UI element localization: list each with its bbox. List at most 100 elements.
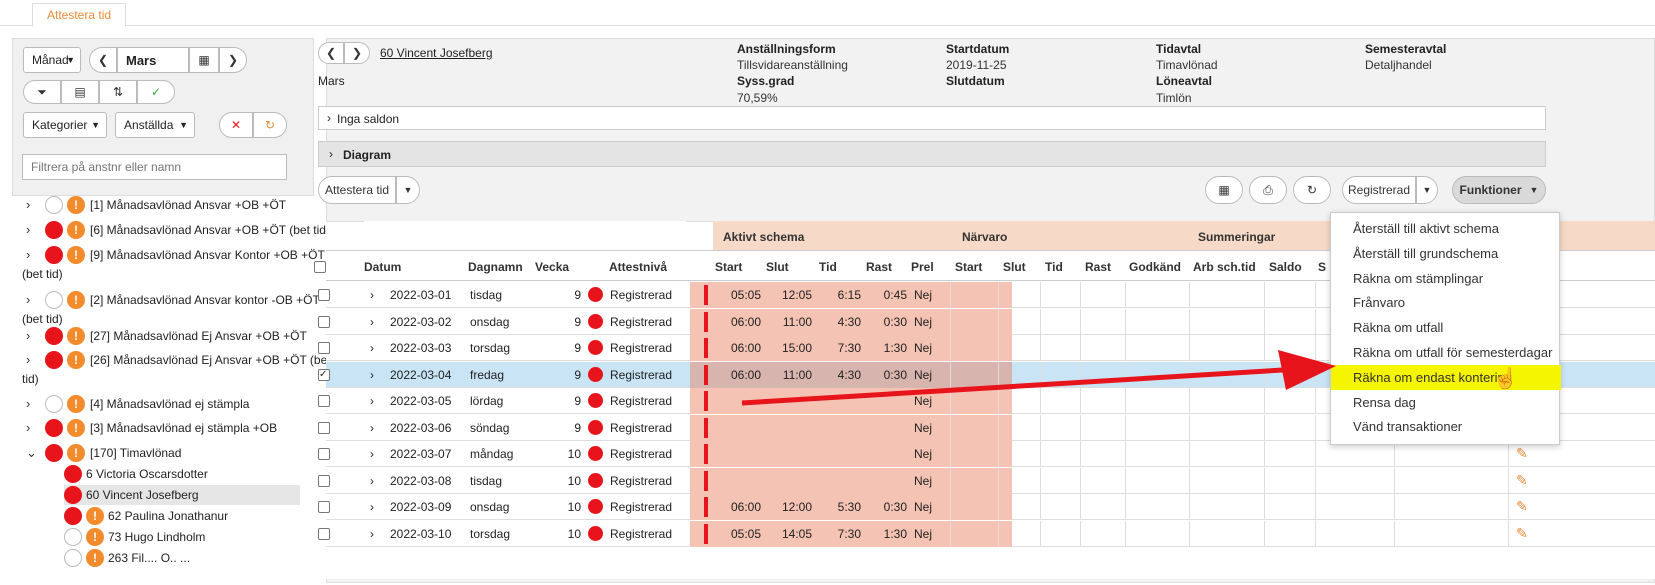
chevron-right-icon[interactable]: › <box>26 291 30 308</box>
column-rast[interactable]: Rast <box>866 260 892 274</box>
menu-item[interactable]: Räkna om endast kontering <box>1331 364 1561 390</box>
group-narvaro: Närvaro <box>962 230 1008 244</box>
chevron-right-icon[interactable]: › <box>26 196 30 213</box>
column-slut[interactable]: Slut <box>766 260 789 274</box>
table-view-button[interactable]: ▤ <box>61 80 99 104</box>
row-checkbox[interactable] <box>318 289 330 301</box>
clear-filter-button[interactable]: ✕ <box>219 112 253 138</box>
diagram-panel[interactable]: › Diagram <box>318 141 1546 167</box>
chevron-right-icon[interactable]: › <box>26 327 30 344</box>
employees-select[interactable]: Anställda ▼ <box>115 112 195 138</box>
filter-button[interactable]: ⏷ <box>23 80 61 104</box>
column-s[interactable]: S <box>1318 260 1326 274</box>
row-checkbox[interactable] <box>318 315 330 328</box>
tree-employee[interactable]: 60 Vincent Josefberg <box>64 485 300 505</box>
functions-button[interactable]: Funktioner ▼ <box>1452 176 1546 204</box>
expand-row-icon[interactable]: › <box>370 335 374 361</box>
column-start[interactable]: Start <box>715 260 742 274</box>
column-nslut[interactable]: Slut <box>1003 260 1026 274</box>
period-select[interactable]: Månad ▼ <box>23 47 81 73</box>
attest-button[interactable]: Attestera tid <box>318 176 396 204</box>
cell-slut <box>766 415 812 441</box>
pencil-icon[interactable]: ✎ <box>1516 445 1528 462</box>
row-checkbox[interactable] <box>318 421 330 434</box>
chevron-right-icon[interactable]: › <box>26 221 30 238</box>
tree-employee[interactable]: ! 62 Paulina Jonathanur <box>64 506 300 526</box>
expand-row-icon[interactable]: › <box>370 388 374 414</box>
row-checkbox[interactable] <box>318 474 330 487</box>
expand-row-icon[interactable]: › <box>370 441 374 467</box>
column-prel[interactable]: Prel <box>911 260 934 274</box>
expand-row-icon[interactable]: › <box>370 468 374 494</box>
slut-label: Slutdatum <box>946 74 1005 88</box>
pencil-icon[interactable]: ✎ <box>1516 525 1528 542</box>
column-saldo[interactable]: Saldo <box>1269 260 1302 274</box>
menu-item[interactable]: Räkna om utfall <box>1331 315 1561 340</box>
column-divider <box>1394 467 1395 494</box>
expand-row-icon[interactable]: › <box>370 362 374 388</box>
row-checkbox[interactable] <box>318 527 330 540</box>
column-attest[interactable]: Attestnivå <box>609 260 667 274</box>
chevron-right-icon[interactable]: › <box>26 246 30 263</box>
select-all-checkbox[interactable] <box>314 261 326 273</box>
next-employee-button[interactable]: ❯ <box>344 42 370 64</box>
column-vecka[interactable]: Vecka <box>535 260 569 274</box>
calendar-button[interactable]: ▦ <box>189 47 219 73</box>
menu-item[interactable]: Vänd transaktioner <box>1331 414 1561 439</box>
expand-row-icon[interactable]: › <box>370 309 374 335</box>
menu-item[interactable]: Räkna om utfall för semesterdagar <box>1331 340 1561 365</box>
table-row[interactable]: › 2022-03-09 onsdag 10 Registrerad 06:00 12:00… <box>318 494 1655 520</box>
row-checkbox[interactable] <box>318 448 330 460</box>
tree-employee[interactable]: ! 263 Fil.... O.. ... <box>64 548 300 568</box>
employee-link[interactable]: 60 Vincent Josefberg <box>380 46 493 60</box>
categories-select[interactable]: Kategorier ▼ <box>23 112 107 138</box>
prev-period-button[interactable]: ❮ <box>89 47 117 73</box>
column-tid[interactable]: Tid <box>819 260 837 274</box>
expand-row-icon[interactable]: › <box>370 282 374 308</box>
period-value[interactable]: Mars <box>117 47 189 73</box>
row-checkbox[interactable] <box>318 395 330 407</box>
calendar-action-button[interactable]: ▦ <box>1205 176 1243 204</box>
menu-item[interactable]: Återställ till aktivt schema <box>1331 216 1561 241</box>
column-nstart[interactable]: Start <box>955 260 982 274</box>
prev-employee-button[interactable]: ❮ <box>318 42 344 64</box>
sort-button[interactable]: ⇅ <box>99 80 137 104</box>
column-datum[interactable]: Datum <box>364 260 401 274</box>
reload-button[interactable]: ↻ <box>1293 176 1331 204</box>
tree-employee[interactable]: ! 73 Hugo Lindholm <box>64 527 300 547</box>
row-checkbox[interactable]: ✓ <box>318 368 330 381</box>
row-checkbox[interactable] <box>318 342 330 354</box>
column-arb[interactable]: Arb sch.tid <box>1193 260 1256 274</box>
expand-row-icon[interactable]: › <box>370 494 374 520</box>
expand-row-icon[interactable]: › <box>370 415 374 441</box>
chevron-right-icon[interactable]: › <box>26 351 30 368</box>
pencil-icon[interactable]: ✎ <box>1516 472 1528 489</box>
menu-item[interactable]: Räkna om stämplingar <box>1331 266 1561 291</box>
chevron-right-icon[interactable]: › <box>26 419 30 436</box>
status-button[interactable]: Registrerad <box>1342 176 1416 204</box>
search-input[interactable] <box>22 154 287 180</box>
row-checkbox[interactable] <box>318 501 330 513</box>
menu-item[interactable]: Återställ till grundschema <box>1331 241 1561 266</box>
expand-row-icon[interactable]: › <box>370 521 374 547</box>
table-row[interactable]: › 2022-03-08 tisdag 10 Registrerad Nej ✎ <box>318 467 1655 494</box>
pencil-icon[interactable]: ✎ <box>1516 498 1528 515</box>
saldon-panel[interactable]: › Inga saldon <box>318 106 1546 130</box>
status-dot <box>45 419 63 437</box>
menu-item[interactable]: Frånvaro <box>1331 290 1561 315</box>
column-ntid[interactable]: Tid <box>1045 260 1063 274</box>
chevron-down-icon[interactable]: ⌄ <box>26 444 37 461</box>
tab-attestera-tid[interactable]: Attestera tid <box>32 3 127 27</box>
attested-filter-button[interactable]: ✓ <box>137 80 175 104</box>
menu-item[interactable]: Rensa dag <box>1331 390 1561 415</box>
refresh-button[interactable]: ↻ <box>253 112 287 138</box>
chevron-right-icon[interactable]: › <box>26 395 30 412</box>
print-button[interactable]: ⎙ <box>1249 176 1287 204</box>
column-nrast[interactable]: Rast <box>1085 260 1111 274</box>
tree-employee[interactable]: 6 Victoria Oscarsdotter <box>64 464 300 484</box>
column-dagnamn[interactable]: Dagnamn <box>468 260 523 274</box>
warning-icon: ! <box>67 221 85 239</box>
column-godkand[interactable]: Godkänd <box>1129 260 1181 274</box>
table-row[interactable]: › 2022-03-10 torsdag 10 Registrerad 05:05 14:0… <box>318 520 1655 547</box>
next-period-button[interactable]: ❯ <box>219 47 247 73</box>
